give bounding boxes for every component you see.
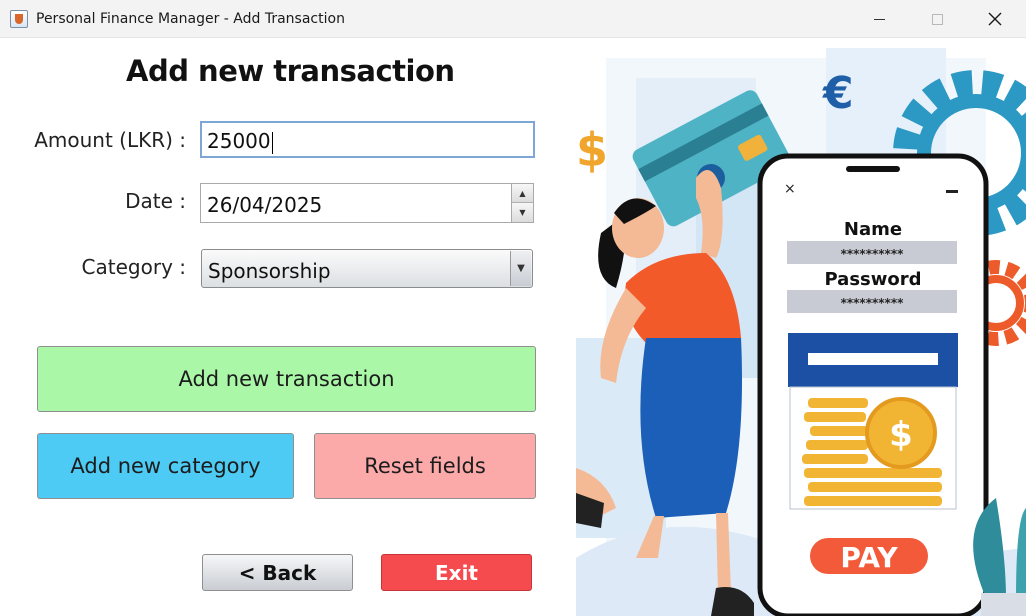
- amount-value: 25000: [207, 129, 271, 153]
- spinner-up-button[interactable]: ▲: [512, 184, 533, 203]
- chevron-down-icon: ▼: [517, 263, 525, 274]
- reset-fields-button[interactable]: Reset fields: [314, 433, 536, 499]
- category-select[interactable]: Sponsorship ▼: [201, 249, 533, 288]
- plant-icon: [973, 498, 1026, 616]
- euro-sign-icon: €: [822, 68, 854, 119]
- java-app-icon: [10, 10, 28, 28]
- triangle-down-icon: ▼: [519, 208, 526, 217]
- minimize-icon: [946, 190, 958, 193]
- dollar-sign-icon: $: [889, 415, 913, 455]
- close-button[interactable]: [966, 0, 1024, 38]
- spinner-buttons: ▲ ▼: [511, 184, 533, 222]
- phone-mockup: × Name ********** Password ********** $ …: [757, 153, 989, 616]
- page-title: Add new transaction: [126, 54, 455, 88]
- maximize-button[interactable]: [908, 0, 966, 38]
- amount-input[interactable]: 25000: [200, 121, 535, 158]
- close-icon: ×: [784, 181, 796, 197]
- back-button[interactable]: < Back: [202, 554, 353, 591]
- name-label: Name: [844, 219, 902, 240]
- password-mask: **********: [841, 296, 904, 310]
- maximize-icon: [931, 13, 943, 25]
- close-icon: [988, 12, 1002, 26]
- dropdown-arrow-button[interactable]: ▼: [510, 251, 531, 286]
- text-caret: [271, 131, 273, 154]
- pay-label: PAY: [840, 541, 898, 574]
- exit-button[interactable]: Exit: [381, 554, 532, 591]
- minimize-button[interactable]: [850, 0, 908, 38]
- add-transaction-button[interactable]: Add new transaction: [37, 346, 536, 412]
- date-spinner[interactable]: 26/04/2025 ▲ ▼: [200, 183, 534, 223]
- triangle-up-icon: ▲: [519, 188, 526, 198]
- window-title: Personal Finance Manager - Add Transacti…: [36, 11, 345, 27]
- amount-label: Amount (LKR) :: [34, 128, 186, 152]
- category-label: Category :: [81, 255, 186, 279]
- password-label: Password: [824, 269, 921, 290]
- dollar-sign-icon: $: [576, 123, 608, 177]
- date-value: 26/04/2025: [207, 193, 323, 217]
- date-label: Date :: [125, 189, 186, 213]
- minimize-icon: [873, 18, 885, 20]
- spinner-down-button[interactable]: ▼: [512, 203, 533, 222]
- add-category-button[interactable]: Add new category: [37, 433, 294, 499]
- payment-illustration: $ € × Name ********** Password *********…: [576, 48, 1026, 616]
- title-bar: Personal Finance Manager - Add Transacti…: [0, 0, 1026, 38]
- category-selected-value: Sponsorship: [208, 259, 331, 283]
- name-mask: **********: [841, 247, 904, 261]
